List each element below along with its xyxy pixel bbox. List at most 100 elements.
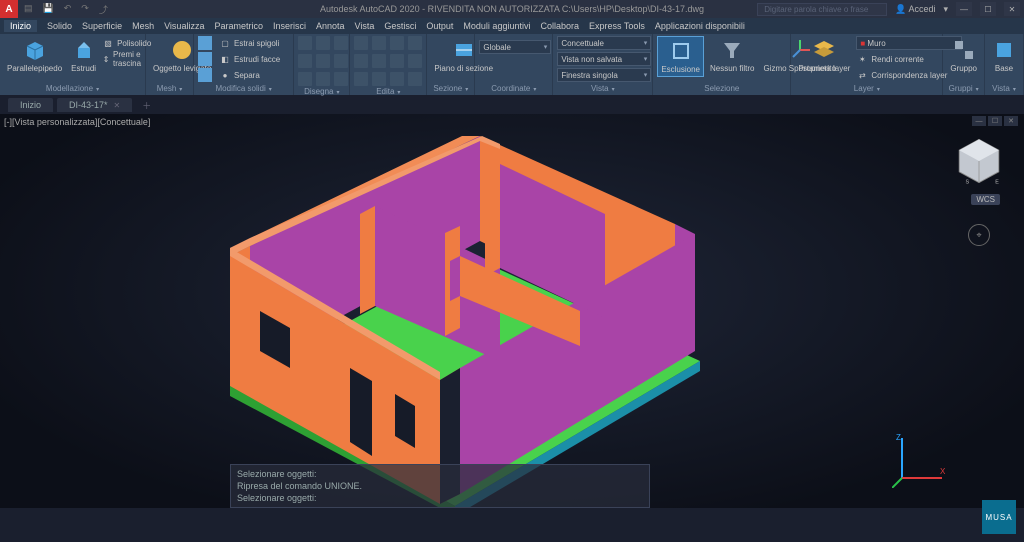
offset-icon[interactable]	[372, 72, 386, 86]
point-icon[interactable]	[316, 72, 330, 86]
vp-max-icon[interactable]: ☐	[988, 116, 1002, 126]
file-tab-home[interactable]: Inizio	[8, 98, 53, 112]
box-icon	[23, 38, 47, 62]
matchlayer-icon: ⇄	[856, 69, 868, 81]
copy-icon[interactable]	[372, 36, 386, 50]
tab-app[interactable]: Applicazioni disponibili	[655, 21, 745, 31]
tab-inizio[interactable]: Inizio	[4, 20, 37, 32]
svg-text:E: E	[995, 180, 999, 186]
watermark-badge: MUSA	[982, 500, 1016, 534]
ellipse-icon[interactable]	[298, 72, 312, 86]
rotate-icon[interactable]	[390, 36, 404, 50]
spline-icon[interactable]	[334, 54, 348, 68]
stretch-icon[interactable]	[354, 72, 368, 86]
add-tab-button[interactable]: ＋	[136, 99, 157, 112]
extrude-icon	[72, 38, 96, 62]
hatch-icon[interactable]	[334, 72, 348, 86]
erase-icon[interactable]	[390, 72, 404, 86]
face-icon: ◧	[219, 53, 231, 65]
view-dropdown[interactable]: Vista non salvata	[557, 52, 651, 66]
ucs-badge[interactable]: WCS	[971, 194, 1000, 205]
infocenter-search[interactable]: Digitare parola chiave o frase	[757, 3, 887, 16]
qat-redo-icon[interactable]: ↷	[81, 3, 89, 16]
qat-share-icon[interactable]: ⤴	[99, 3, 108, 16]
premi-trascina-button[interactable]: ⇕Premi e trascina	[102, 52, 151, 66]
explode-icon[interactable]	[408, 72, 422, 86]
fillet-icon[interactable]	[372, 54, 386, 68]
separa-button[interactable]: ●Separa	[219, 68, 280, 82]
file-tab-bar: Inizio DI-43-17*✕ ＋	[0, 96, 1024, 114]
move-icon[interactable]	[354, 36, 368, 50]
svg-text:Z: Z	[896, 433, 901, 442]
intersect-icon[interactable]	[198, 68, 212, 82]
line-icon[interactable]	[298, 36, 312, 50]
rect-icon[interactable]	[316, 54, 330, 68]
qat-open-icon[interactable]: ▤	[24, 3, 33, 16]
nessun-filtro-button[interactable]: Nessun filtro	[707, 36, 757, 75]
union-icon[interactable]	[198, 36, 212, 50]
proprieta-layer-button[interactable]: Proprietà layer	[795, 36, 853, 75]
tab-annota[interactable]: Annota	[316, 21, 345, 31]
polyline-icon[interactable]	[316, 36, 330, 50]
close-button[interactable]: ✕	[1004, 2, 1020, 16]
tab-inserisci[interactable]: Inserisci	[273, 21, 306, 31]
mirror-icon[interactable]	[354, 54, 368, 68]
panel-mesh: Oggetto levigato Mesh▾	[146, 34, 194, 95]
estrudi-button[interactable]: Estrudi	[68, 36, 99, 75]
close-tab-icon[interactable]: ✕	[114, 101, 121, 110]
panel-coordinate: Globale Coordinate▾	[475, 34, 553, 95]
subtract-icon[interactable]	[198, 52, 212, 66]
array-icon[interactable]	[408, 54, 422, 68]
baseview-icon	[992, 38, 1016, 62]
panel-edita: Edita▾	[350, 34, 427, 95]
estrai-spigoli-button[interactable]: ▢Estrai spigoli	[219, 36, 280, 50]
command-line[interactable]: Selezionare oggetti: Ripresa del comando…	[230, 464, 650, 508]
qat-save-icon[interactable]: 💾	[43, 3, 54, 16]
quick-access-toolbar: ▤ 💾 ↶ ↷ ⤴	[24, 3, 108, 16]
culling-icon	[669, 39, 693, 63]
tab-superficie[interactable]: Superficie	[82, 21, 122, 31]
nav-wheel-icon[interactable]: ⌖	[968, 224, 990, 246]
signin-button[interactable]: 👤 Accedi	[895, 4, 935, 15]
smooth-icon	[170, 38, 194, 62]
tab-parametrico[interactable]: Parametrico	[214, 21, 263, 31]
maximize-button[interactable]: ☐	[980, 2, 996, 16]
tab-moduli[interactable]: Moduli aggiuntivi	[463, 21, 530, 31]
panel-vista: Concettuale Vista non salvata Finestra s…	[553, 34, 653, 95]
esclusione-button[interactable]: Esclusione	[657, 36, 704, 77]
tab-mesh[interactable]: Mesh	[132, 21, 154, 31]
tab-express[interactable]: Express Tools	[589, 21, 645, 31]
arc-icon[interactable]	[298, 54, 312, 68]
tab-vista[interactable]: Vista	[355, 21, 375, 31]
vp-min-icon[interactable]: —	[972, 116, 986, 126]
tab-output[interactable]: Output	[426, 21, 453, 31]
visualstyle-dropdown[interactable]: Concettuale	[557, 36, 651, 50]
estrudi-facce-button[interactable]: ◧Estrudi facce	[219, 52, 280, 66]
panel-selezione: Esclusione Nessun filtro Gizmo Spostamen…	[653, 34, 791, 95]
filter-icon	[720, 38, 744, 62]
gruppo-button[interactable]: Gruppo	[947, 36, 980, 75]
trim-icon[interactable]	[408, 36, 422, 50]
minimize-button[interactable]: —	[956, 2, 972, 16]
qat-undo-icon[interactable]: ↶	[64, 3, 72, 16]
base-button[interactable]: Base	[989, 36, 1019, 75]
file-tab-drawing[interactable]: DI-43-17*✕	[57, 98, 132, 112]
scale-icon[interactable]	[390, 54, 404, 68]
viewport-dropdown[interactable]: Finestra singola	[557, 68, 651, 82]
app-menu-icon[interactable]: ▾	[943, 4, 948, 15]
tab-visualizza[interactable]: Visualizza	[164, 21, 204, 31]
viewport-label[interactable]: [-][Vista personalizzata][Concettuale]	[4, 117, 150, 127]
tab-collabora[interactable]: Collabora	[540, 21, 579, 31]
app-icon[interactable]: A	[0, 0, 18, 18]
parallelepipedo-button[interactable]: Parallelepipedo	[4, 36, 65, 75]
cmd-history-3: Selezionare oggetti:	[237, 492, 643, 504]
tab-solido[interactable]: Solido	[47, 21, 72, 31]
viewcube[interactable]: S E	[952, 134, 1006, 188]
tab-gestisci[interactable]: Gestisci	[384, 21, 416, 31]
polisolido-button[interactable]: ▧Polisolido	[102, 36, 151, 50]
vp-close-icon[interactable]: ✕	[1004, 116, 1018, 126]
viewport[interactable]: [-][Vista personalizzata][Concettuale] —…	[0, 114, 1024, 508]
panel-sezione: Piano di sezione Sezione▾	[427, 34, 475, 95]
ucs-dropdown[interactable]: Globale	[479, 40, 551, 54]
circle-icon[interactable]	[334, 36, 348, 50]
